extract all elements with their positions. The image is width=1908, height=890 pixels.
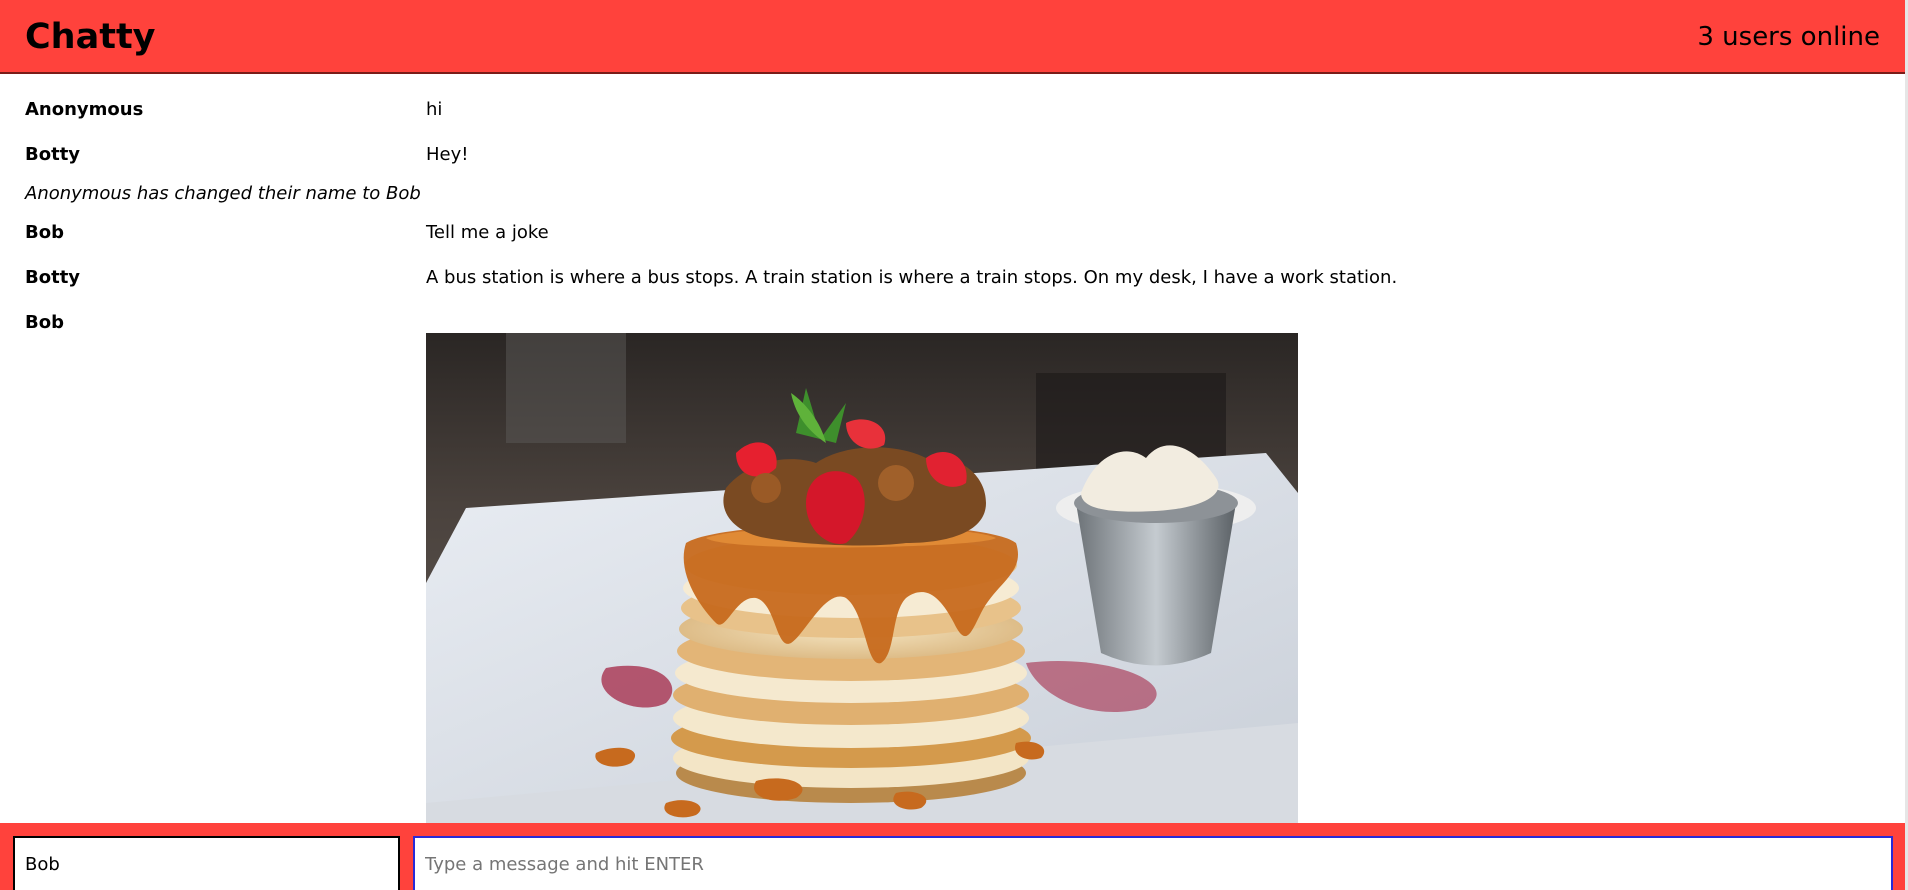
pancake-stack-photo xyxy=(426,333,1298,824)
chat-bar xyxy=(0,823,1905,890)
message-list[interactable]: Anonymous hi Botty Hey! Anonymous has ch… xyxy=(0,74,1905,824)
message-content: A bus station is where a bus stops. A tr… xyxy=(426,267,1398,288)
message-username: Botty xyxy=(25,144,81,165)
message-username: Anonymous xyxy=(25,99,144,120)
app-title[interactable]: Chatty xyxy=(25,16,156,58)
main-view: Chatty 3 users online Anonymous hi Botty… xyxy=(0,0,1905,890)
message-username: Bob xyxy=(25,222,64,243)
message-content: Hey! xyxy=(426,144,469,165)
chat-app: Chatty 3 users online Anonymous hi Botty… xyxy=(0,0,1908,890)
message-username: Bob xyxy=(25,312,64,333)
message-content: Tell me a joke xyxy=(426,222,549,243)
navbar: Chatty 3 users online xyxy=(0,0,1905,74)
notification-content: Anonymous has changed their name to Bob xyxy=(25,183,421,204)
username-input[interactable] xyxy=(13,836,400,890)
users-online-count: 3 users online xyxy=(1697,22,1880,52)
message-input[interactable] xyxy=(413,836,1893,890)
message-username: Botty xyxy=(25,267,81,288)
message-content: hi xyxy=(426,99,443,120)
